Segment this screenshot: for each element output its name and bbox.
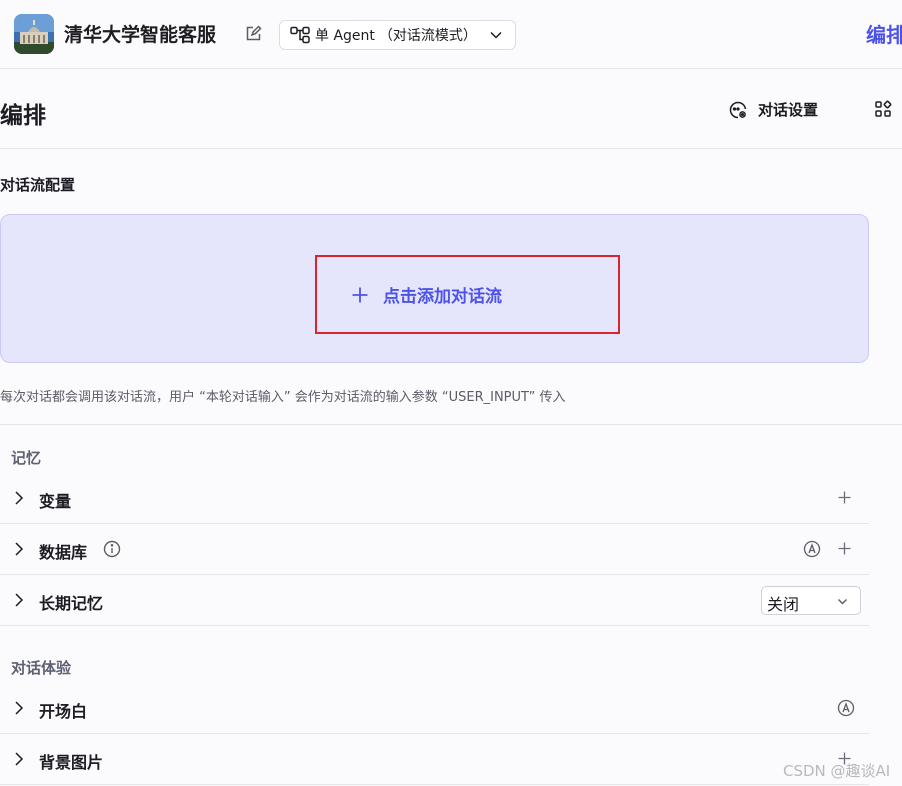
mode-label: 单 Agent <box>315 28 375 44</box>
app-avatar <box>14 14 54 54</box>
add-dialog-flow-button[interactable]: 点击添加对话流 <box>315 255 620 334</box>
chevron-right-icon[interactable] <box>13 490 25 506</box>
flow-config-title: 对话流配置 <box>0 176 76 194</box>
experience-row-opening[interactable]: 开场白 <box>0 683 869 734</box>
auto-icon[interactable] <box>837 699 855 717</box>
mode-sublabel: （对话流模式） <box>378 28 477 44</box>
chevron-right-icon[interactable] <box>13 592 25 608</box>
top-bar: 清华大学智能客服 单 Agent （对话流模式） 编排 <box>0 0 902 69</box>
row-label: 数据库 <box>39 543 88 562</box>
long-term-memory-select[interactable]: 关闭 <box>761 586 861 615</box>
plus-icon[interactable] <box>837 490 852 505</box>
grid-icon[interactable] <box>874 100 892 118</box>
row-label: 开场白 <box>39 702 88 721</box>
memory-row-long-term[interactable]: 长期记忆 关闭 <box>0 575 869 626</box>
settings-icon <box>729 101 747 118</box>
agent-mode-select[interactable]: 单 Agent （对话流模式） <box>279 20 516 50</box>
row-label: 变量 <box>39 492 72 511</box>
chevron-right-icon[interactable] <box>13 541 25 557</box>
auto-icon[interactable] <box>803 540 821 558</box>
app-name: 清华大学智能客服 <box>64 24 217 46</box>
dialog-settings-label: 对话设置 <box>758 101 819 119</box>
row-label: 背景图片 <box>39 753 104 772</box>
select-value: 关闭 <box>767 595 800 614</box>
plus-icon <box>352 287 368 302</box>
page-title: 编排 <box>0 103 46 129</box>
chevron-right-icon[interactable] <box>13 700 25 716</box>
row-label: 长期记忆 <box>39 594 104 613</box>
memory-row-database[interactable]: 数据库 <box>0 524 869 575</box>
experience-group-label: 对话体验 <box>11 659 72 677</box>
watermark: CSDN @趣谈AI <box>783 762 891 780</box>
workflow-icon <box>290 26 310 44</box>
divider <box>0 424 902 425</box>
chevron-down-icon <box>838 599 847 605</box>
flow-config-panel: 点击添加对话流 <box>0 214 869 363</box>
plus-icon[interactable] <box>837 541 852 556</box>
dialog-settings-button[interactable]: 对话设置 <box>728 99 818 120</box>
add-dialog-flow-label: 点击添加对话流 <box>383 287 502 307</box>
chevron-right-icon[interactable] <box>13 751 25 767</box>
flow-hint-text: 每次对话都会调用该对话流，用户 “本轮对话输入” 会作为对话流的输入参数 “US… <box>0 390 566 405</box>
memory-group-label: 记忆 <box>11 449 42 467</box>
tab-orchestration[interactable]: 编排 <box>866 19 902 48</box>
experience-row-background[interactable]: 背景图片 <box>0 734 869 785</box>
memory-row-variables[interactable]: 变量 <box>0 473 869 524</box>
info-icon[interactable] <box>103 540 121 558</box>
section-header: 编排 对话设置 <box>0 69 902 149</box>
edit-icon[interactable] <box>244 25 262 43</box>
chevron-down-icon <box>490 31 502 39</box>
